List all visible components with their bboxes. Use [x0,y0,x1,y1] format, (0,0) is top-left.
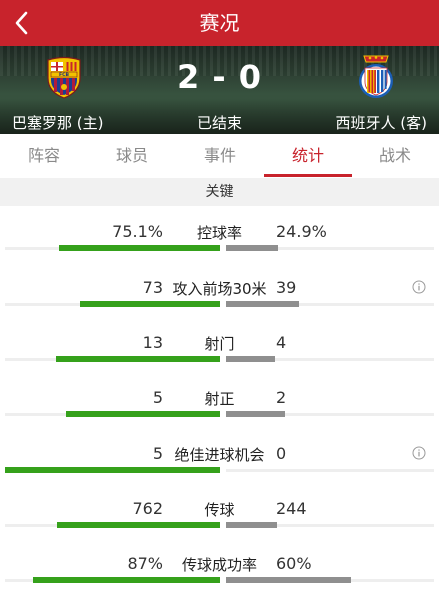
match-header: FCB 2 - 0 巴塞罗那 (主) 已结束 西班牙人 (客) [0,46,439,134]
page-title: 赛况 [199,11,240,35]
stat-away-value: 244 [276,499,307,518]
stat-label: 射门 [204,335,235,353]
stat-row: 5 射正 2 [0,386,439,426]
stat-row: 762 传球 244 [0,497,439,537]
stat-label: 射正 [204,390,235,408]
away-bar [226,301,299,307]
home-bar [66,411,220,417]
tab-events[interactable]: 事件 [176,134,264,178]
stat-label: 攻入前场30米 [172,280,267,298]
tab-bar: 阵容 球员 事件 统计 战术 [0,134,439,179]
stat-row: 73 攻入前场30米 39 [0,276,439,316]
stat-away-value: 2 [276,388,287,407]
section-title: 关键 [0,178,439,206]
stat-label: 传球 [204,501,235,519]
stat-label: 传球成功率 [181,556,257,574]
away-team-crest-icon[interactable] [356,54,396,102]
stat-label: 绝佳进球机会 [174,446,265,464]
tab-lineup[interactable]: 阵容 [0,134,88,178]
stat-row: 75.1% 控球率 24.9% [0,220,439,260]
stat-row: 5 绝佳进球机会 0 [0,442,439,482]
tab-stats[interactable]: 统计 [264,134,352,178]
home-bar [33,577,220,583]
away-bar [226,577,351,583]
home-bar [5,467,220,473]
top-bar: 赛况 [0,0,439,46]
away-bar [226,356,275,362]
home-bar [80,301,220,307]
stat-label: 控球率 [196,224,242,242]
tab-players[interactable]: 球员 [88,134,176,178]
stat-away-value: 0 [276,444,287,463]
home-bar [57,522,220,528]
info-icon[interactable] [412,280,426,294]
stat-away-value: 24.9% [276,222,327,241]
stat-away-value: 4 [276,333,287,352]
active-tab-indicator [264,174,352,177]
stat-away-value: 39 [276,278,297,297]
tab-tactics[interactable]: 战术 [351,134,439,178]
stat-row: 87% 传球成功率 60% [0,552,439,592]
stat-row: 13 射门 4 [0,331,439,371]
away-bar [226,245,278,251]
home-bar [59,245,220,251]
away-bar [226,411,285,417]
away-team-name: 西班牙人 (客) [335,114,427,132]
stat-away-value: 60% [276,554,312,573]
away-bar-track [226,469,434,472]
home-bar [56,356,220,362]
away-bar [226,522,277,528]
info-icon[interactable] [412,446,426,460]
